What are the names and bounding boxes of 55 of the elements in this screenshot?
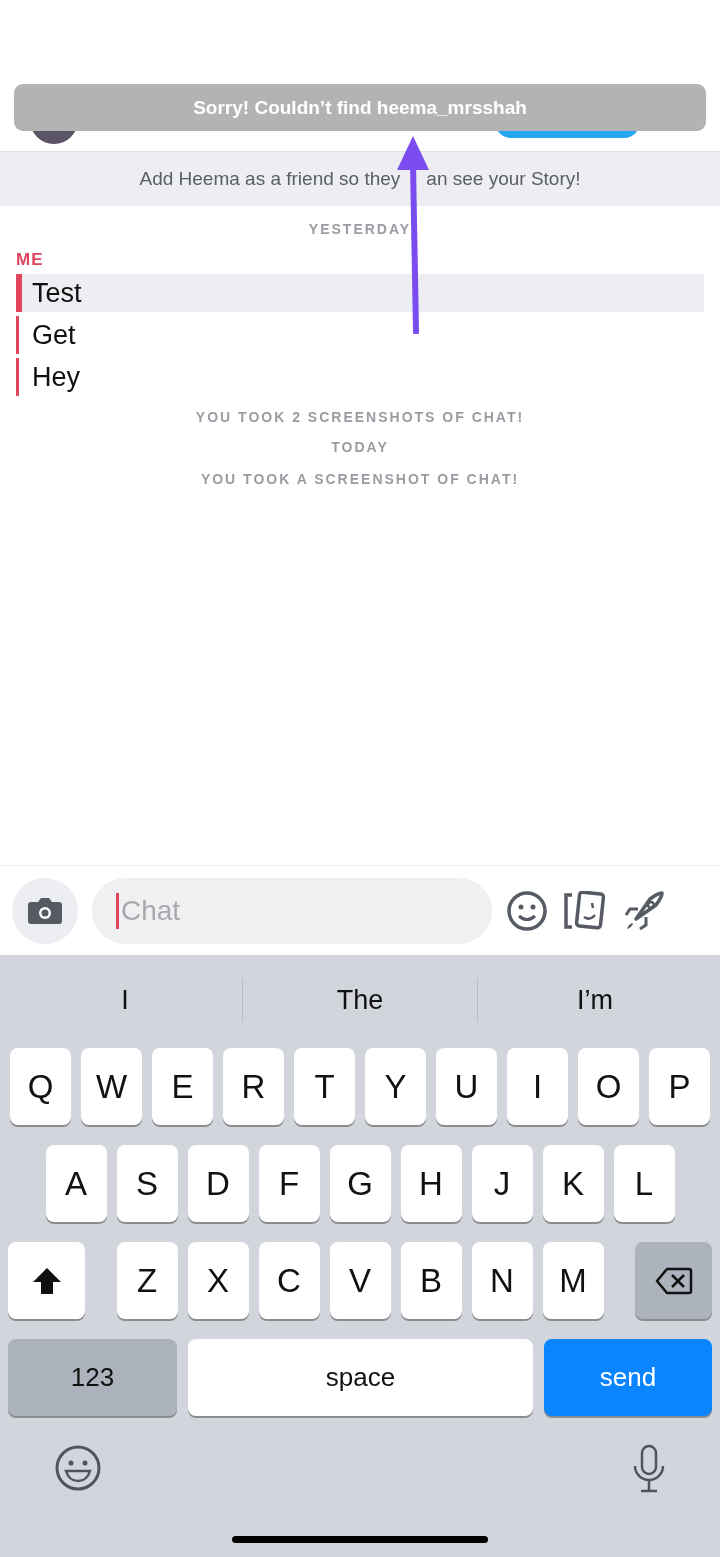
key[interactable]: Y (365, 1048, 426, 1125)
smiley-icon[interactable] (506, 889, 548, 932)
key[interactable]: D (187, 1145, 249, 1222)
key[interactable]: Q (10, 1048, 71, 1125)
chat-message[interactable]: Hey (16, 358, 704, 396)
suggestion[interactable]: The (243, 980, 477, 1020)
suggestion[interactable]: I (8, 980, 242, 1020)
numbers-key[interactable]: 123 (8, 1339, 177, 1416)
banner-text: an see your Story! (426, 168, 581, 190)
shift-icon (31, 1266, 62, 1295)
shift-key[interactable] (8, 1242, 85, 1319)
key[interactable]: C (258, 1242, 320, 1319)
chat-input[interactable]: Chat (116, 892, 484, 929)
key[interactable]: I (507, 1048, 568, 1125)
error-toast: Sorry! Couldn’t find heema_mrsshah (14, 84, 706, 131)
date-divider: TODAY (331, 438, 389, 457)
cards-icon[interactable] (562, 890, 608, 931)
key[interactable]: A (45, 1145, 107, 1222)
key[interactable]: U (436, 1048, 497, 1125)
chat-message[interactable]: Get (16, 316, 704, 354)
space-key[interactable]: space (188, 1339, 533, 1416)
date-divider: YESTERDAY (308, 220, 412, 239)
send-key[interactable]: send (544, 1339, 712, 1416)
key[interactable]: S (116, 1145, 178, 1222)
key[interactable]: H (400, 1145, 462, 1222)
key[interactable]: W (81, 1048, 142, 1125)
key[interactable]: B (400, 1242, 462, 1319)
emoji-icon[interactable] (54, 1444, 102, 1492)
dictation-icon[interactable] (632, 1444, 666, 1494)
chat-input-field[interactable]: Chat (92, 877, 492, 944)
suggestion[interactable]: I’m (478, 980, 712, 1020)
key[interactable]: K (542, 1145, 604, 1222)
camera-icon (27, 895, 63, 926)
key[interactable]: M (542, 1242, 604, 1319)
key[interactable]: E (152, 1048, 213, 1125)
key[interactable]: X (187, 1242, 249, 1319)
delete-icon (654, 1266, 693, 1295)
key[interactable]: F (258, 1145, 320, 1222)
delete-key[interactable] (635, 1242, 712, 1319)
banner-text: Add Heema as a friend so they (139, 168, 401, 190)
key[interactable]: L (613, 1145, 675, 1222)
key[interactable]: Z (116, 1242, 178, 1319)
key[interactable]: N (471, 1242, 533, 1319)
key[interactable]: J (471, 1145, 533, 1222)
key[interactable]: P (649, 1048, 710, 1125)
chat-notice: YOU TOOK A SCREENSHOT OF CHAT! (200, 470, 520, 489)
key[interactable]: V (329, 1242, 391, 1319)
chat-message[interactable]: Test (16, 274, 704, 312)
key[interactable]: G (329, 1145, 391, 1222)
key[interactable]: T (294, 1048, 355, 1125)
rocket-icon[interactable] (622, 888, 666, 933)
chat-notice: YOU TOOK 2 SCREENSHOTS OF CHAT! (195, 408, 525, 427)
key[interactable]: R (223, 1048, 284, 1125)
key[interactable]: O (578, 1048, 639, 1125)
sender-label: ME (16, 250, 45, 270)
